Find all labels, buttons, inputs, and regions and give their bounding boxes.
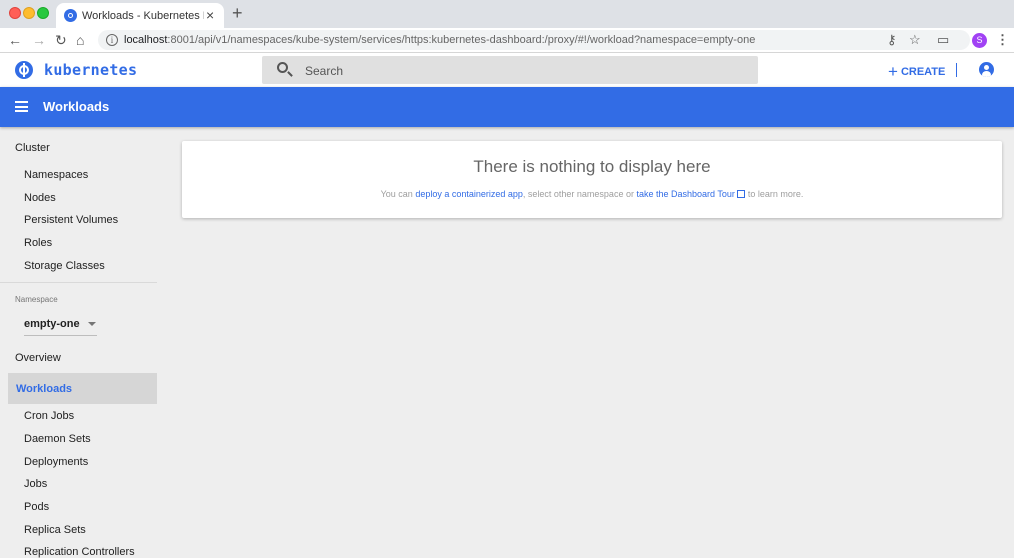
external-link-icon[interactable] xyxy=(736,190,745,198)
key-icon[interactable]: ⚷ xyxy=(887,32,897,48)
address-bar[interactable]: i localhost:8001/api/v1/namespaces/kube-… xyxy=(98,30,970,50)
empty-state-description: You can deploy a containerized app, sele… xyxy=(380,189,804,199)
sidebar-item-daemon-sets[interactable]: Daemon Sets xyxy=(24,433,154,445)
search-placeholder: Search xyxy=(305,64,344,78)
namespace-select[interactable]: empty-one xyxy=(24,316,97,336)
sidebar-item-nodes[interactable]: Nodes xyxy=(24,192,154,204)
brand-name[interactable]: kubernetes xyxy=(44,61,137,79)
sidebar-divider xyxy=(0,282,157,283)
sidebar-item-namespaces[interactable]: Namespaces xyxy=(24,169,154,181)
empty-state-card: There is nothing to display here You can… xyxy=(182,141,1002,218)
back-icon[interactable]: ← xyxy=(8,32,22,48)
sidebar-item-pods[interactable]: Pods xyxy=(24,501,154,513)
sidebar-item-roles[interactable]: Roles xyxy=(24,237,154,249)
close-window-button[interactable] xyxy=(9,7,21,19)
namespace-value: empty-one xyxy=(24,318,80,330)
reload-icon[interactable]: ↻ xyxy=(55,32,67,48)
app-header: kubernetes Search + CREATE xyxy=(0,53,1014,87)
page-title: Workloads xyxy=(43,99,110,114)
sidebar-heading-cluster[interactable]: Cluster xyxy=(15,142,155,154)
empty-state-title: There is nothing to display here xyxy=(473,157,711,176)
search-input[interactable]: Search xyxy=(262,56,758,84)
minimize-window-button[interactable] xyxy=(23,7,35,19)
browser-toolbar: ← → ↻ ⌂ i localhost:8001/api/v1/namespac… xyxy=(0,28,1014,53)
forward-icon[interactable]: → xyxy=(32,32,46,48)
kubernetes-favicon-icon xyxy=(64,9,77,22)
sidebar-item-deployments[interactable]: Deployments xyxy=(24,456,154,468)
sidebar-item-storage-classes[interactable]: Storage Classes xyxy=(24,260,154,272)
deploy-app-link[interactable]: deploy a containerized app xyxy=(415,189,523,199)
dashboard-tour-link[interactable]: take the Dashboard Tour xyxy=(636,189,734,199)
kubernetes-logo-icon[interactable] xyxy=(15,61,33,79)
sidebar-item-workloads-label: Workloads xyxy=(16,383,73,395)
account-icon[interactable] xyxy=(979,62,994,77)
plus-icon: + xyxy=(888,62,898,81)
home-icon[interactable]: ⌂ xyxy=(76,32,84,48)
sidebar-item-replication-controllers[interactable]: Replication Controllers xyxy=(24,546,154,558)
url-text[interactable]: localhost:8001/api/v1/namespaces/kube-sy… xyxy=(124,34,755,46)
new-tab-button[interactable]: + xyxy=(232,3,243,23)
maximize-window-button[interactable] xyxy=(37,7,49,19)
sidebar-item-overview[interactable]: Overview xyxy=(15,352,155,364)
hamburger-menu-icon[interactable] xyxy=(15,101,28,112)
create-button[interactable]: + CREATE xyxy=(888,62,945,82)
sidebar-item-replica-sets[interactable]: Replica Sets xyxy=(24,524,154,536)
page-toolbar: Workloads xyxy=(0,87,1014,127)
sidebar-item-workloads[interactable]: Workloads xyxy=(8,373,157,404)
tab-title: Workloads - Kubernetes Dashb xyxy=(82,10,204,22)
star-icon[interactable]: ☆ xyxy=(909,32,921,48)
browser-profile-avatar[interactable]: S xyxy=(972,33,987,48)
browser-tab-strip: Workloads - Kubernetes Dashb × + xyxy=(0,0,1014,28)
sidebar-item-persistent-volumes[interactable]: Persistent Volumes xyxy=(24,214,154,226)
cast-icon[interactable]: ▭ xyxy=(937,32,949,48)
sidebar-item-cron-jobs[interactable]: Cron Jobs xyxy=(24,410,154,422)
browser-tab[interactable]: Workloads - Kubernetes Dashb × xyxy=(56,3,224,28)
search-icon xyxy=(277,62,288,73)
tab-close-icon[interactable]: × xyxy=(206,7,214,23)
info-icon[interactable]: i xyxy=(106,34,118,46)
menu-kebab-icon[interactable]: ⋮ xyxy=(996,32,1009,48)
header-divider xyxy=(956,63,957,77)
chevron-down-icon xyxy=(88,322,96,326)
sidebar: Cluster Namespaces Nodes Persistent Volu… xyxy=(0,127,157,558)
sidebar-item-jobs[interactable]: Jobs xyxy=(24,478,154,490)
namespace-label: Namespace xyxy=(15,295,58,304)
